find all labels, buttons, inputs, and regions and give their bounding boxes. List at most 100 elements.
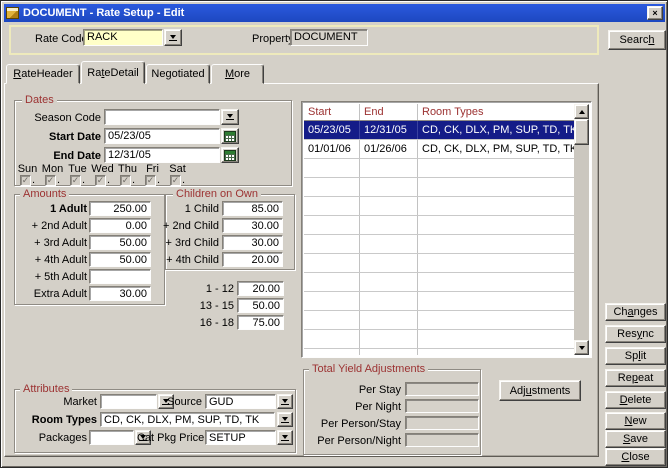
child-label: 1 Child [161,203,219,216]
calendar-icon [224,150,236,161]
day-checkbox-tue[interactable] [70,175,81,186]
packages-label: Packages [15,432,87,445]
cat-pkg-price-field[interactable]: SETUP [205,430,276,445]
new-button[interactable]: New [605,412,666,430]
season-code-label: Season Code [15,112,101,125]
adjustments-button[interactable]: Adjustments [499,380,581,401]
source-dropdown-button[interactable] [277,394,293,409]
grid-empty-row [304,273,574,292]
column-header-end: End [360,104,418,120]
day-checkbox-mon[interactable] [45,175,56,186]
down-arrow-icon [579,346,585,350]
scroll-up-button[interactable] [574,104,589,119]
rate-detail-grid: Start End Room Types 05/23/05 12/31/05 C… [301,101,592,358]
child-field-2nd-child[interactable]: 30.00 [222,218,283,233]
title-bar[interactable]: DOCUMENT - Rate Setup - Edit × [4,4,665,22]
child-label: + 4th Child [161,254,219,267]
child-field-3rd-child[interactable]: 30.00 [222,235,283,250]
up-arrow-icon [579,110,585,114]
start-date-calendar-button[interactable] [221,128,239,144]
tab-rate-header[interactable]: Rate Header [6,64,80,84]
packages-field[interactable] [89,430,134,445]
amount-field-extra-adult[interactable]: 30.00 [89,286,151,301]
yield-field-per-person-night [405,433,479,447]
children-group-label: Children on Own [173,188,261,200]
season-code-field[interactable] [104,109,220,125]
split-button[interactable]: Split [605,347,666,365]
age-field-1-12[interactable]: 20.00 [237,281,284,296]
amount-field-4th-adult[interactable]: 50.00 [89,252,151,267]
grid-empty-row [304,254,574,273]
yield-label: Per Night [305,401,401,414]
age-field-16-18[interactable]: 75.00 [237,315,284,330]
column-header-room-types: Room Types [418,104,574,120]
day-checkbox-sun[interactable] [20,175,31,186]
age-label: 13 - 15 [179,300,234,313]
grid-scrollbar[interactable] [574,104,589,355]
property-field: DOCUMENT [290,29,368,46]
grid-cell-end: 12/31/05 [360,121,418,139]
child-field-4th-child[interactable]: 20.00 [222,252,283,267]
season-code-dropdown-button[interactable] [221,109,239,125]
end-date-field[interactable]: 12/31/05 [104,147,220,163]
cat-pkg-price-label: Cat Pkg Price [137,432,203,445]
grid-empty-row [304,330,574,349]
day-checkbox-sat[interactable] [170,175,181,186]
grid-empty-row [304,235,574,254]
rate-code-field[interactable]: RACK [83,29,163,46]
room-types-field[interactable]: CD, CK, DLX, PM, SUP, TD, TK [100,412,275,427]
yield-group-label: Total Yield Adjustments [309,363,428,375]
grid-header: Start End Room Types [304,104,574,121]
close-button[interactable]: × [647,6,663,20]
rate-setup-window: DOCUMENT - Rate Setup - Edit × Rate Code… [0,0,668,468]
close-window-button[interactable]: Close [605,448,666,466]
start-date-field[interactable]: 05/23/05 [104,128,220,144]
grid-cell-start: 01/01/06 [304,140,360,158]
grid-empty-row [304,216,574,235]
dropdown-arrow-icon [281,417,289,423]
amount-field-2nd-adult[interactable]: 0.00 [89,218,151,233]
day-checkbox-wed[interactable] [95,175,106,186]
resync-button[interactable]: Resync [605,325,666,343]
yield-field-per-stay [405,382,479,396]
repeat-button[interactable]: Repeat [605,369,666,387]
amount-label: + 2nd Adult [17,220,87,233]
save-button[interactable]: Save [605,430,666,448]
grid-empty-row [304,197,574,216]
tab-negotiated[interactable]: Negotiated [146,64,210,84]
amount-field-3rd-adult[interactable]: 50.00 [89,235,151,250]
child-label: + 3rd Child [161,237,219,250]
amount-field-5th-adult[interactable] [89,269,151,284]
grid-empty-row [304,159,574,178]
amount-label: + 3rd Adult [17,237,87,250]
end-date-calendar-button[interactable] [221,147,239,163]
grid-empty-row [304,292,574,311]
search-button[interactable]: Search [608,30,666,50]
tab-more[interactable]: More [211,64,264,84]
tab-rate-detail[interactable]: Rate Detail [81,61,145,84]
amount-field-1-adult[interactable]: 250.00 [89,201,151,216]
dropdown-arrow-icon [281,399,289,405]
delete-button[interactable]: Delete [605,391,666,409]
age-field-13-15[interactable]: 50.00 [237,298,284,313]
amount-label: + 5th Adult [17,271,87,284]
scrollbar-thumb[interactable] [574,119,589,145]
rate-code-dropdown-button[interactable] [164,29,182,46]
day-checkbox-fri[interactable] [145,175,156,186]
source-label: Source [165,396,202,409]
room-types-dropdown-button[interactable] [277,412,293,427]
changes-button[interactable]: Changes [605,303,666,321]
window-title: DOCUMENT - Rate Setup - Edit [23,7,184,19]
grid-row[interactable]: 01/01/06 01/26/06 CD, CK, DLX, PM, SUP, … [304,140,574,159]
source-field[interactable]: GUD [205,394,276,409]
grid-row[interactable]: 05/23/05 12/31/05 CD, CK, DLX, PM, SUP, … [304,121,574,140]
market-field[interactable] [100,394,157,409]
start-date-label: Start Date [15,131,101,144]
yield-field-per-night [405,399,479,413]
grid-cell-end: 01/26/06 [360,140,418,158]
property-label: Property [252,33,294,46]
child-field-1-child[interactable]: 85.00 [222,201,283,216]
day-checkbox-thu[interactable] [120,175,131,186]
cat-pkg-price-dropdown-button[interactable] [277,430,293,445]
scroll-down-button[interactable] [574,340,589,355]
